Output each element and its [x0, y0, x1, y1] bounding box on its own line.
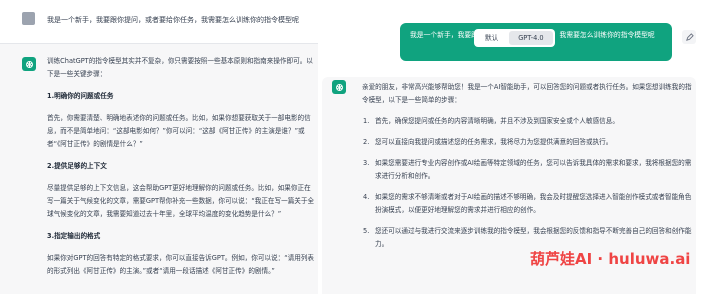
- left-user-message: 我是一个新手，我要跟你提问，或者要给你任务，我需要怎么训练你的指令模型呢: [47, 16, 299, 24]
- right-assistant-answer: 亲爱的朋友，非常高兴能够帮助您！我是一个AI智能助手，可以回答您的问题或者执行任…: [362, 81, 692, 259]
- list-item: 2. 您可以直接向我提问或描述您的任务需求，我将尽力为您提供满意的回答或执行。: [363, 138, 613, 146]
- left-assistant-answer: 训练ChatGPT的指令模型其实并不复杂，你只需要按照一些基本原则和指南来操作即…: [47, 55, 315, 287]
- left-section-body: 如果你对GPT的回答有特定的格式要求，你可以直接告诉GPT。例如，你可以说：“请…: [47, 254, 315, 275]
- left-user-message-row: 我是一个新手，我要跟你提问，或者要给你任务，我需要怎么训练你的指令模型呢: [0, 0, 318, 44]
- list-item: 1. 首先，确保您提问或任务的内容清晰明确，并且不涉及到国家安全或个人敏感信息。: [363, 117, 619, 125]
- model-switch: 默认 GPT-4.0: [474, 29, 555, 47]
- watermark: 葫芦娃AI · huluwa.ai: [530, 246, 690, 274]
- left-section-heading: 3.指定输出的格式: [47, 232, 101, 240]
- model-option-default[interactable]: 默认: [476, 31, 507, 45]
- left-user-avatar: [22, 12, 35, 25]
- left-answer-intro: 训练ChatGPT的指令模型其实并不复杂，你只需要按照一些基本原则和指南来操作即…: [47, 57, 313, 78]
- right-chatgpt-logo-icon: [332, 80, 346, 94]
- left-section-body: 首先，你需要清楚、明确地表述你的问题或任务。比如，如果你想要获取关于一部电影的信…: [47, 114, 311, 148]
- left-chat-panel: 我是一个新手，我要跟你提问，或者要给你任务，我需要怎么训练你的指令模型呢 训练C…: [0, 0, 318, 294]
- left-section-body: 尽量提供足够的上下文信息，这会帮助GPT更好地理解你的问题或任务。比如，如果你正…: [47, 184, 315, 218]
- right-answer-intro: 亲爱的朋友，非常高兴能够帮助您！我是一个AI智能助手，可以回答您的问题或者执行任…: [362, 83, 692, 104]
- left-chatgpt-logo-icon: [22, 57, 36, 71]
- left-section-heading: 1.明确你的问题或任务: [47, 92, 114, 100]
- model-option-gpt4[interactable]: GPT-4.0: [509, 31, 553, 45]
- list-item: 3. 如果您需要进行专业内容创作或AI绘画等特定领域的任务，您可以告诉我具体的需求…: [363, 159, 692, 180]
- right-answer-list: 1. 首先，确保您提问或任务的内容清晰明确，并且不涉及到国家安全或个人敏感信息。 …: [362, 115, 692, 251]
- left-section-heading: 2.提供足够的上下文: [47, 162, 107, 170]
- list-item: 4. 如果您的需求不够清晰或者对于AI绘画的描述不够明确，我会及时提醒您选择进入智…: [363, 193, 692, 214]
- watermark-text: 葫芦娃AI · huluwa.ai: [530, 250, 691, 269]
- edit-pen-icon[interactable]: [682, 30, 696, 44]
